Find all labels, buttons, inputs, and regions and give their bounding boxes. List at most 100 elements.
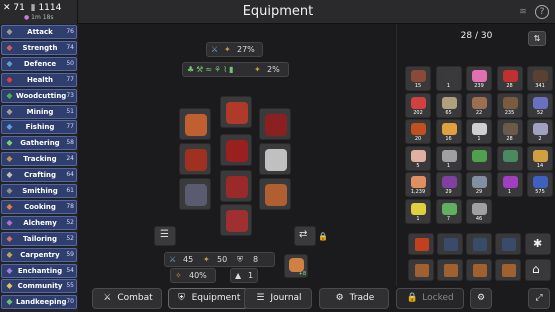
gather-boost-icon: ✦ — [254, 65, 261, 74]
inventory-item[interactable]: 575 — [527, 172, 553, 197]
legs-slot[interactable] — [220, 170, 252, 202]
skill-level: 58 — [66, 139, 74, 147]
swap-button[interactable]: ⇄ — [294, 226, 316, 246]
skill-tailoring[interactable]: ◆ Tailoring 52 — [1, 231, 77, 246]
inventory-item[interactable]: 20 — [405, 119, 431, 144]
help-icon[interactable]: ? — [535, 5, 549, 19]
inventory-item[interactable] — [496, 145, 523, 171]
paw-button[interactable]: ✱ — [525, 233, 551, 255]
crit-percent: 40% — [189, 271, 207, 280]
tab-equipment[interactable]: ⛨ Equipment — [168, 288, 248, 309]
cape-icon — [265, 114, 287, 136]
item-quantity: 1 — [507, 189, 512, 195]
home-button[interactable]: ⌂ — [525, 259, 551, 281]
storage-slot-1[interactable] — [408, 259, 434, 281]
storage-slot-4[interactable] — [495, 259, 521, 281]
cape-slot[interactable] — [259, 108, 291, 140]
tab-combat[interactable]: ⚔ Combat — [92, 288, 162, 309]
skill-carpentry[interactable]: ◆ Carpentry 59 — [1, 247, 77, 262]
storage-slot-3[interactable] — [466, 259, 492, 281]
sort-button[interactable]: ⇅ — [528, 31, 546, 46]
skill-mining[interactable]: ◆ Mining 51 — [1, 104, 77, 119]
crate-icon — [502, 264, 516, 277]
skill-name: Crafting — [23, 171, 57, 180]
skill-health[interactable]: ◆ Health 77 — [1, 72, 77, 87]
chest-slot-4[interactable] — [495, 233, 521, 255]
weapon-slot[interactable] — [179, 178, 211, 210]
inventory-item[interactable]: 16 — [435, 119, 462, 144]
head-slot[interactable] — [220, 96, 252, 128]
inventory-item[interactable]: 15 — [405, 66, 431, 91]
clock-icon: ● — [24, 14, 30, 21]
skill-crafting[interactable]: ◆ Crafting 64 — [1, 168, 77, 183]
skill-fishing[interactable]: ◆ Fishing 77 — [1, 120, 77, 135]
item-quantity: 22 — [475, 109, 483, 116]
skill-woodcutting[interactable]: ◆ Woodcutting 73 — [1, 88, 77, 103]
loadout-button[interactable]: ☰ — [154, 226, 176, 246]
item-icon — [411, 123, 426, 135]
item-quantity: 1 — [446, 83, 451, 89]
skill-enchanting[interactable]: ◆ Enchanting 54 — [1, 263, 77, 278]
tab-locked[interactable]: 🔒 Locked — [396, 288, 464, 309]
skill-defence[interactable]: ◆ Defence 50 — [1, 56, 77, 71]
tool-slot[interactable] — [179, 108, 211, 140]
defence-value: 8 — [253, 255, 259, 264]
skill-tracking[interactable]: ◆ Tracking 24 — [1, 152, 77, 167]
storage-slot-2[interactable] — [437, 259, 463, 281]
body-slot[interactable] — [220, 134, 252, 166]
skill-landkeeping[interactable]: ◆ Landkeeping 70 — [1, 295, 77, 310]
chest-slot-1[interactable] — [408, 233, 434, 255]
tab-trade[interactable]: ⚙ Trade — [319, 288, 389, 309]
inventory-item[interactable]: 29 — [435, 172, 462, 197]
inventory-item[interactable]: 235 — [496, 92, 523, 118]
inventory-item[interactable]: 46 — [466, 198, 492, 224]
connection-icon[interactable]: ≋ — [517, 6, 529, 18]
inventory-item[interactable]: 341 — [527, 66, 553, 91]
chest-slot-3[interactable] — [466, 233, 492, 255]
inventory-item[interactable]: 1,239 — [405, 172, 431, 197]
gloves-slot[interactable] — [179, 143, 211, 175]
inventory-item[interactable]: 1 — [466, 119, 492, 144]
chest-slot-2[interactable] — [437, 233, 463, 255]
inventory-item[interactable]: 65 — [435, 92, 462, 118]
inventory-item[interactable]: 14 — [527, 145, 553, 171]
inventory-item[interactable]: 1 — [435, 145, 462, 171]
skill-smithing[interactable]: ◆ Smithing 61 — [1, 184, 77, 198]
item-quantity: 575 — [535, 189, 545, 195]
settings-button[interactable]: ⚙ — [470, 288, 492, 309]
inventory-item[interactable]: 28 — [496, 66, 523, 91]
expand-button[interactable]: ⤢ — [528, 288, 550, 309]
inventory-item[interactable]: 52 — [527, 92, 553, 118]
skill-strength[interactable]: ◆ Strength 74 — [1, 40, 77, 55]
skill-level: 61 — [66, 187, 74, 194]
inventory-item[interactable]: 22 — [466, 92, 492, 118]
inventory-item[interactable]: 239 — [466, 66, 492, 91]
inventory-item[interactable]: 2 — [527, 119, 553, 144]
inventory-item[interactable]: 5 — [405, 145, 431, 171]
inventory-item[interactable]: 202 — [405, 92, 431, 118]
skill-name: Landkeeping — [16, 298, 67, 307]
skill-community[interactable]: ◆ Community 55 — [1, 279, 77, 294]
inventory-item[interactable]: 1 — [435, 66, 462, 91]
pet-slot[interactable] — [259, 143, 291, 175]
header: Equipment ≋ ? — [78, 0, 555, 24]
tree-icon: ◆ — [6, 90, 13, 100]
item-icon — [472, 70, 487, 82]
home-icon: ⌂ — [532, 262, 540, 276]
inventory-item[interactable]: 28 — [496, 119, 523, 144]
skill-attack[interactable]: ◆ Attack 76 — [1, 25, 77, 39]
food-slot[interactable]: +8 — [284, 254, 308, 278]
skill-alchemy[interactable]: ◆ Alchemy 52 — [1, 215, 77, 230]
inventory-item[interactable]: 29 — [466, 172, 492, 197]
skill-cooking[interactable]: ◆ Cooking 78 — [1, 199, 77, 214]
boots-slot[interactable] — [220, 204, 252, 236]
inventory-item[interactable] — [466, 145, 492, 171]
inventory-item[interactable]: 1 — [405, 198, 431, 224]
inventory-item[interactable]: 1 — [496, 172, 523, 197]
tab-journal[interactable]: ☰ Journal — [244, 288, 312, 309]
skill-level: 52 — [66, 218, 74, 226]
ring-slot[interactable] — [259, 178, 291, 210]
item-icon — [441, 96, 457, 109]
skill-gathering[interactable]: ◆ Gathering 58 — [1, 136, 77, 151]
inventory-item[interactable]: 7 — [435, 198, 462, 224]
